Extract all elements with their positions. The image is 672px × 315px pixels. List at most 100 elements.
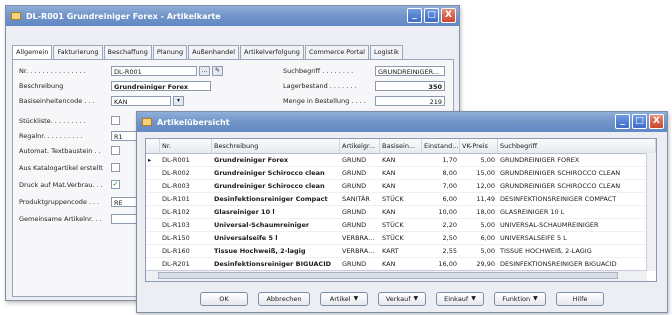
cell-nr[interactable]: DL-R001 — [160, 154, 212, 166]
cell-beschreibung[interactable]: Grundreiniger Schirocco clean — [212, 167, 340, 179]
cell-beschreibung[interactable]: Glasreiniger 10 l — [212, 206, 340, 218]
cell-basiseinheit[interactable]: KAN — [380, 167, 422, 179]
cell-einstandspreis[interactable]: 10,00 — [422, 206, 460, 218]
artikel-menu-button[interactable]: Artikel ▼ — [320, 292, 368, 306]
table-row[interactable]: DL-R150 Universalseife 5 l VERBRA... STÜCK 2… — [146, 232, 656, 245]
table-row[interactable]: DL-R160 Tissue Hochweiß, 2-lagig VERBRA...… — [146, 245, 656, 258]
column-header-vk-preis[interactable]: VK-Preis — [460, 139, 498, 153]
cell-artikelgruppe[interactable]: GRUND — [340, 206, 380, 218]
close-button[interactable]: X — [441, 8, 456, 23]
table-row[interactable]: DL-R103 Universal-Schaumreiniger GRUND STÜC… — [146, 219, 656, 232]
basiseinheit-field[interactable]: KAN — [111, 96, 171, 106]
cell-nr[interactable]: DL-R103 — [160, 219, 212, 231]
beschreibung-field[interactable]: Grundreiniger Forex — [111, 81, 211, 91]
cell-suchbegriff[interactable]: GRUNDREINIGER FOREX — [498, 154, 656, 166]
column-header-einstandspreis[interactable]: Einstand... — [422, 139, 460, 153]
cell-beschreibung[interactable]: Universalseife 5 l — [212, 232, 340, 244]
cell-artikelgruppe[interactable]: GRUND — [340, 219, 380, 231]
cell-suchbegriff[interactable]: UNIVERSAL-SCHAUMREINIGER — [498, 219, 656, 231]
tab-fakturierung[interactable]: Fakturierung — [53, 45, 103, 59]
cell-beschreibung[interactable]: Grundreiniger Forex — [212, 154, 340, 166]
horizontal-scrollbar[interactable] — [146, 270, 647, 281]
tab-artikelverfolgung[interactable]: Artikelverfolgung — [240, 45, 304, 59]
vertical-scrollbar[interactable] — [646, 153, 656, 271]
cell-basiseinheit[interactable]: STÜCK — [380, 232, 422, 244]
cell-beschreibung[interactable]: Tissue Hochweiß, 2-lagig — [212, 245, 340, 257]
cell-vk-preis[interactable]: 15,00 — [460, 167, 498, 179]
cell-einstandspreis[interactable]: 16,00 — [422, 258, 460, 270]
assist-edit-button[interactable]: … — [199, 66, 210, 76]
cell-basiseinheit[interactable]: KART — [380, 245, 422, 257]
tab-aussenhandel[interactable]: Außenhandel — [188, 45, 240, 59]
cell-basiseinheit[interactable]: KAN — [380, 180, 422, 192]
cell-vk-preis[interactable]: 5,00 — [460, 245, 498, 257]
cell-basiseinheit[interactable]: KAN — [380, 154, 422, 166]
ok-button[interactable]: OK — [200, 292, 248, 306]
row-selector[interactable] — [146, 167, 160, 179]
cell-beschreibung[interactable]: Desinfektionsreiniger Compact — [212, 193, 340, 205]
cell-basiseinheit[interactable]: STÜCK — [380, 193, 422, 205]
table-row[interactable]: DL-R003 Grundreiniger Schirocco clean GRUN… — [146, 180, 656, 193]
maximize-button[interactable]: □ — [632, 114, 647, 129]
cell-einstandspreis[interactable]: 6,00 — [422, 193, 460, 205]
cell-vk-preis[interactable]: 5,00 — [460, 219, 498, 231]
cell-suchbegriff[interactable]: GRUNDREINIGER SCHIROCCO CLEAN — [498, 180, 656, 192]
cell-vk-preis[interactable]: 29,90 — [460, 258, 498, 270]
row-selector[interactable] — [146, 245, 160, 257]
cell-vk-preis[interactable]: 6,00 — [460, 232, 498, 244]
cell-nr[interactable]: DL-R101 — [160, 193, 212, 205]
row-selector[interactable] — [146, 258, 160, 270]
table-row[interactable]: ▸ DL-R001 Grundreiniger Forex GRUND KAN 1,70 5… — [146, 154, 656, 167]
cell-artikelgruppe[interactable]: GRUND — [340, 154, 380, 166]
cell-suchbegriff[interactable]: DESINFEKTIONSREINIGER BIGUACID — [498, 258, 656, 270]
cell-einstandspreis[interactable]: 8,00 — [422, 167, 460, 179]
cell-vk-preis[interactable]: 12,00 — [460, 180, 498, 192]
cell-nr[interactable]: DL-R102 — [160, 206, 212, 218]
close-button[interactable]: X — [649, 114, 664, 129]
tab-commerce-portal[interactable]: Commerce Portal — [304, 45, 369, 59]
cell-einstandspreis[interactable]: 7,00 — [422, 180, 460, 192]
menge-field[interactable]: 219 — [375, 96, 445, 106]
tab-beschaffung[interactable]: Beschaffung — [103, 45, 152, 59]
cell-basiseinheit[interactable]: STÜCK — [380, 219, 422, 231]
item-list-titlebar[interactable]: Artikelübersicht _ □ X — [137, 112, 667, 132]
cell-einstandspreis[interactable]: 1,70 — [422, 154, 460, 166]
column-header-beschreibung[interactable]: Beschreibung — [212, 139, 340, 153]
column-header-basiseinheit[interactable]: Basisein... — [380, 139, 422, 153]
table-row[interactable]: DL-R101 Desinfektionsreiniger Compact SANI… — [146, 193, 656, 206]
verkauf-menu-button[interactable]: Verkauf ▼ — [378, 292, 426, 306]
suchbegriff-field[interactable]: GRUNDREINIGER... — [375, 66, 445, 76]
cell-vk-preis[interactable]: 11,49 — [460, 193, 498, 205]
cell-nr[interactable]: DL-R003 — [160, 180, 212, 192]
cell-suchbegriff[interactable]: DESINFEKTIONSREINIGER COMPACT — [498, 193, 656, 205]
horizontal-scroll-thumb[interactable] — [158, 272, 618, 279]
nr-field[interactable]: DL-R001 — [111, 66, 197, 76]
cell-beschreibung[interactable]: Universal-Schaumreiniger — [212, 219, 340, 231]
cell-basiseinheit[interactable]: KAN — [380, 258, 422, 270]
cell-artikelgruppe[interactable]: VERBRA... — [340, 245, 380, 257]
row-selector[interactable] — [146, 232, 160, 244]
cell-beschreibung[interactable]: Grundreiniger Schirocco clean — [212, 180, 340, 192]
row-selector[interactable] — [146, 219, 160, 231]
cell-suchbegriff[interactable]: UNIVERSALSEIFE 5 L — [498, 232, 656, 244]
column-header-suchbegriff[interactable]: Suchbegriff — [498, 139, 656, 153]
column-header-artikelgruppe[interactable]: Artikelgr... — [340, 139, 380, 153]
cell-einstandspreis[interactable]: 2,55 — [422, 245, 460, 257]
cell-vk-preis[interactable]: 5,00 — [460, 154, 498, 166]
druck-checkbox[interactable]: ✓ — [111, 180, 120, 189]
cell-nr[interactable]: DL-R201 — [160, 258, 212, 270]
katalog-checkbox[interactable] — [111, 163, 120, 172]
row-selector[interactable] — [146, 180, 160, 192]
item-card-titlebar[interactable]: DL-R001 Grundreiniger Forex - Artikelkar… — [6, 6, 459, 26]
cell-vk-preis[interactable]: 18,00 — [460, 206, 498, 218]
cell-beschreibung[interactable]: Desinfektionsreiniger BIGUACID — [212, 258, 340, 270]
cell-nr[interactable]: DL-R160 — [160, 245, 212, 257]
cell-nr[interactable]: DL-R002 — [160, 167, 212, 179]
current-row-arrow-icon[interactable]: ▸ — [146, 154, 160, 166]
row-selector[interactable] — [146, 206, 160, 218]
minimize-button[interactable]: _ — [615, 114, 630, 129]
table-row[interactable]: DL-R002 Grundreiniger Schirocco clean GRUN… — [146, 167, 656, 180]
cell-suchbegriff[interactable]: GLASREINIGER 10 L — [498, 206, 656, 218]
cell-artikelgruppe[interactable]: SANITÄR — [340, 193, 380, 205]
tab-allgemein[interactable]: Allgemein — [12, 45, 53, 60]
